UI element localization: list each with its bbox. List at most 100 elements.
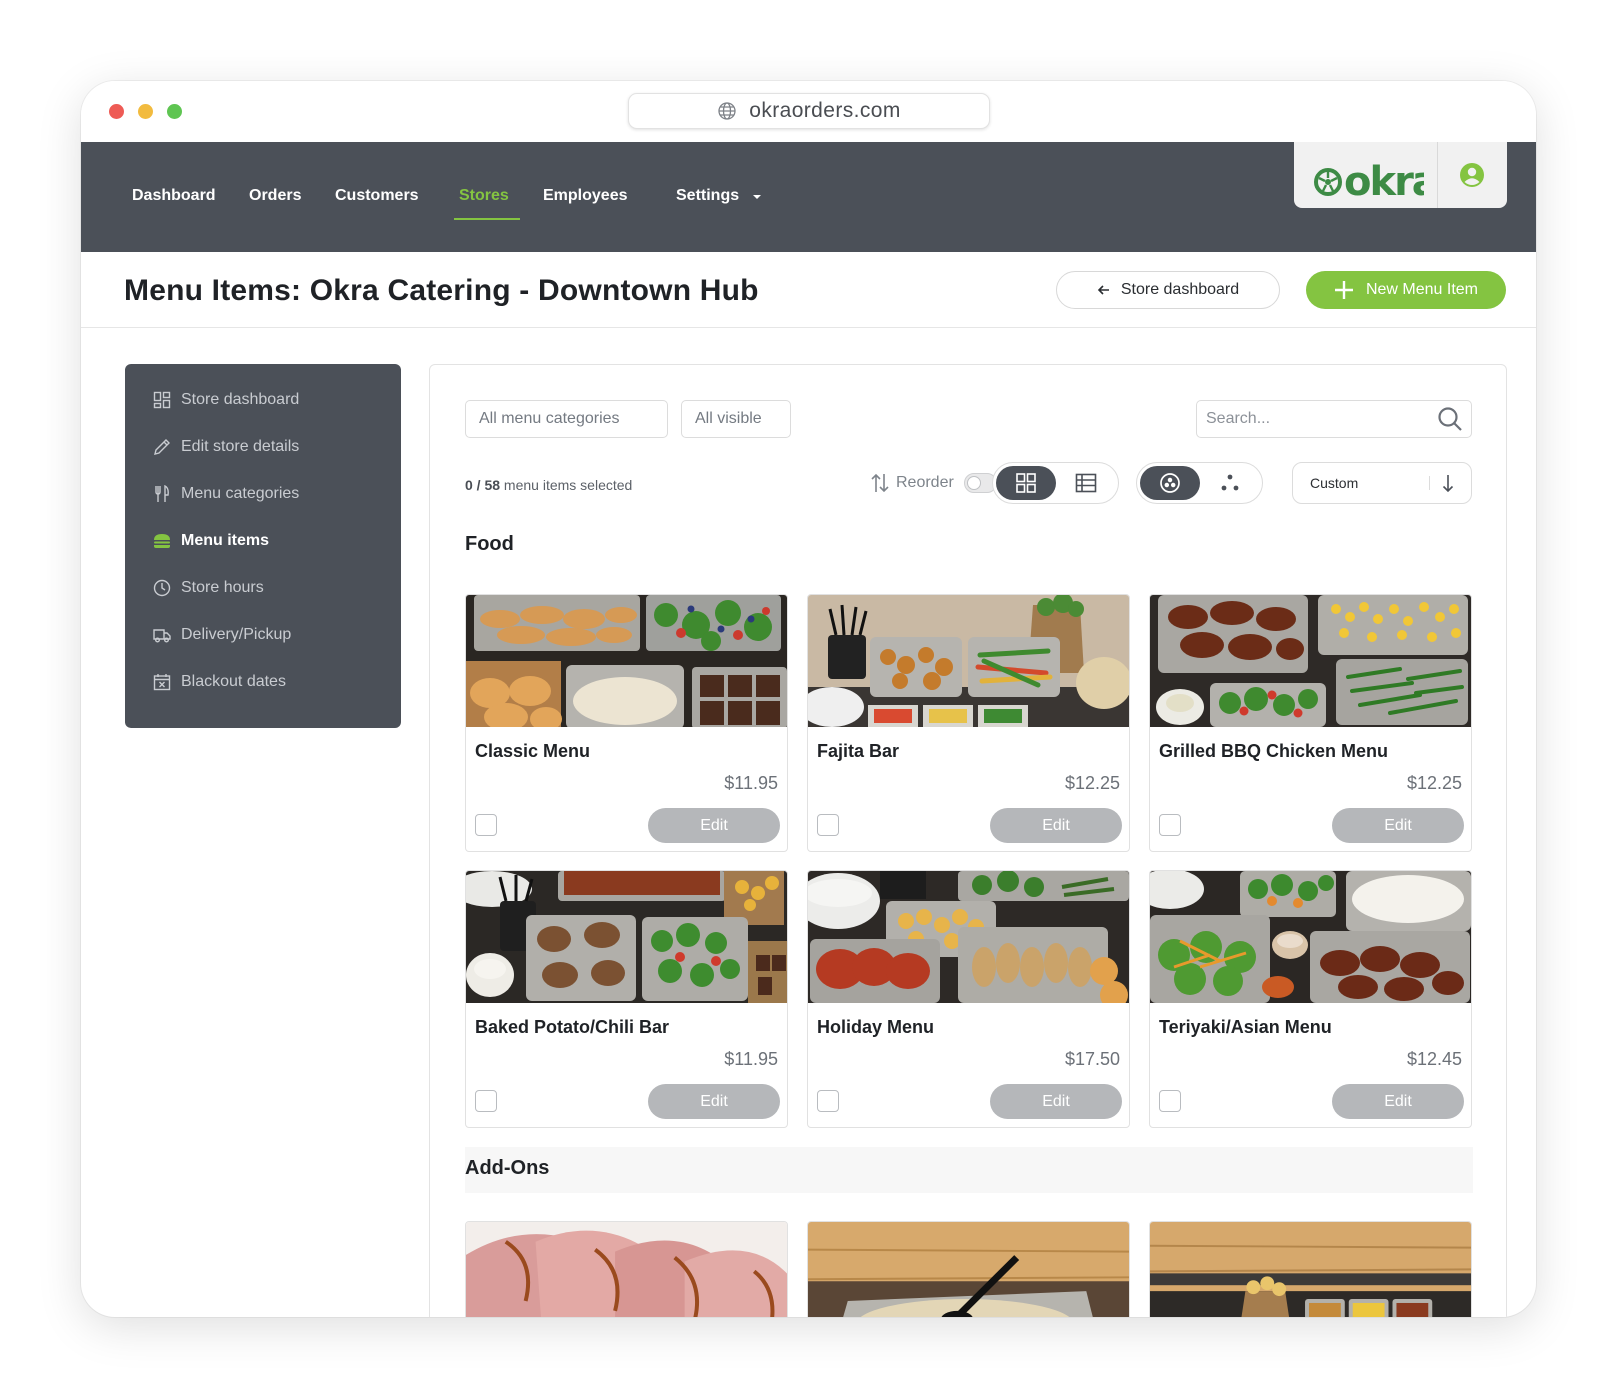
image-mode-button[interactable] (1140, 466, 1200, 500)
list-icon (1075, 473, 1097, 493)
view-mode-toggle (992, 462, 1119, 504)
brand-wordmark: okra (1344, 159, 1424, 202)
clock-icon (153, 579, 171, 597)
potato-bar-image (1150, 1222, 1471, 1317)
sort-select[interactable]: Custom (1292, 462, 1472, 504)
compact-mode-button[interactable] (1200, 466, 1260, 500)
menu-item-name: Baked Potato/Chili Bar (475, 1017, 670, 1037)
menu-items-panel: All menu categories All visible 0 / 58 m… (429, 364, 1507, 1317)
address-bar[interactable]: okraorders.com (628, 93, 990, 129)
edit-button[interactable]: Edit (1332, 808, 1464, 843)
close-window-button[interactable] (109, 104, 124, 119)
menu-item-checkbox[interactable] (475, 1090, 497, 1112)
section-title-addons: Add-Ons (465, 1157, 550, 1179)
menu-item-checkbox[interactable] (1159, 1090, 1181, 1112)
section-title-food: Food (465, 533, 514, 555)
brand-divider (1437, 142, 1438, 208)
menu-item-card: Baked Potato/Chili Bar $11.95 Edit (465, 870, 788, 1128)
nav-customers[interactable]: Customers (335, 187, 419, 205)
sidebar-item-label: Delivery/Pickup (181, 626, 292, 643)
browser-chrome: okraorders.com (81, 81, 1536, 142)
menu-item-card: Fajita Bar $12.25 Edit (807, 594, 1130, 852)
sidebar-item-store-dashboard[interactable]: Store dashboard (153, 386, 299, 414)
okra-logo[interactable]: okra (1312, 148, 1424, 202)
menu-item-name: Fajita Bar (817, 741, 900, 761)
page-header: Menu Items: Okra Catering - Downtown Hub… (81, 252, 1536, 328)
addon-card-image[interactable] (807, 1221, 1130, 1317)
new-menu-item-button[interactable]: New Menu Item (1306, 271, 1506, 309)
sort-direction-icon[interactable] (1438, 472, 1458, 494)
menu-item-name: Classic Menu (475, 741, 591, 761)
addons-section-header (465, 1147, 1473, 1193)
grid-icon (1016, 473, 1036, 493)
visibility-filter-select[interactable]: All visible (681, 400, 791, 438)
menu-item-checkbox[interactable] (475, 814, 497, 836)
menu-item-name: Holiday Menu (817, 1017, 935, 1037)
menu-item-price: $12.45 (1406, 1049, 1462, 1069)
menu-item-checkbox[interactable] (1159, 814, 1181, 836)
globe-icon (718, 102, 736, 120)
baked-potato-chili-bar-image (466, 871, 787, 1003)
nav-settings[interactable]: Settings (676, 187, 739, 205)
menu-item-checkbox[interactable] (817, 1090, 839, 1112)
teriyaki-asian-menu-image (1150, 871, 1471, 1003)
arrow-left-icon (1097, 285, 1109, 295)
page-title: Menu Items: Okra Catering - Downtown Hub (124, 274, 759, 307)
sidebar-item-menu-categories[interactable]: Menu categories (153, 480, 299, 508)
edit-button[interactable]: Edit (990, 808, 1122, 843)
search-input[interactable] (1197, 401, 1427, 437)
sidebar-item-label: Menu categories (181, 485, 300, 502)
reorder-label: Reorder (896, 474, 954, 491)
addon-card-image[interactable] (465, 1221, 788, 1317)
menu-item-card: Grilled BBQ Chicken Menu $12.25 Edit (1149, 594, 1472, 852)
store-dashboard-label: Store dashboard (1120, 281, 1240, 298)
active-nav-indicator (454, 218, 520, 220)
edit-button[interactable]: Edit (990, 1084, 1122, 1119)
menu-item-price: $11.95 (724, 1049, 778, 1069)
sidebar-item-label: Edit store details (181, 438, 300, 455)
plus-icon (1334, 281, 1353, 299)
user-account-icon[interactable] (1458, 161, 1486, 189)
edit-button[interactable]: Edit (648, 1084, 780, 1119)
utensils-icon (155, 485, 169, 502)
menu-item-card: Holiday Menu $17.50 Edit (807, 870, 1130, 1128)
selected-count-label: menu items selected (503, 477, 633, 493)
new-menu-item-label: New Menu Item (1365, 281, 1479, 298)
edit-button[interactable]: Edit (1332, 1084, 1464, 1119)
sidebar-item-label: Store dashboard (181, 391, 300, 408)
menu-item-checkbox[interactable] (817, 814, 839, 836)
minimize-window-button[interactable] (138, 104, 153, 119)
browser-window: okraorders.com Dashboard Orders Customer… (81, 81, 1536, 1317)
toggle-knob (966, 476, 981, 490)
nav-stores[interactable]: Stores (459, 187, 509, 205)
reorder-arrows-icon (871, 473, 889, 493)
top-navigation: Dashboard Orders Customers Stores Employ… (81, 142, 1536, 252)
sidebar-item-blackout-dates[interactable]: Blackout dates (153, 668, 286, 696)
nav-orders[interactable]: Orders (249, 187, 301, 205)
sidebar-item-delivery-pickup[interactable]: Delivery/Pickup (153, 621, 291, 649)
addon-card-image[interactable] (1149, 1221, 1472, 1317)
selected-count-value: 0 / 58 (465, 477, 501, 493)
menu-item-price: $12.25 (1064, 773, 1120, 793)
chevron-down-icon (753, 195, 761, 199)
grilled-bbq-chicken-image (1150, 595, 1471, 727)
classic-menu-image (466, 595, 787, 727)
search-icon[interactable] (1436, 405, 1464, 433)
grid-view-button[interactable] (996, 466, 1056, 500)
list-view-button[interactable] (1056, 466, 1116, 500)
sidebar-item-edit-store-details[interactable]: Edit store details (153, 433, 299, 461)
edit-button[interactable]: Edit (648, 808, 780, 843)
brand-area: okra (1294, 142, 1507, 208)
sidebar-item-store-hours[interactable]: Store hours (153, 574, 264, 602)
truck-icon (153, 629, 171, 643)
display-mode-toggle (1136, 462, 1263, 504)
url-text: okraorders.com (749, 99, 901, 122)
nav-employees[interactable]: Employees (543, 187, 627, 205)
fajita-bar-image (808, 595, 1129, 727)
dots-icon (1221, 474, 1239, 491)
store-dashboard-button[interactable]: Store dashboard (1056, 271, 1280, 309)
maximize-window-button[interactable] (167, 104, 182, 119)
sidebar-item-menu-items[interactable]: Menu items (153, 527, 269, 555)
nav-dashboard[interactable]: Dashboard (132, 187, 216, 205)
category-filter-select[interactable]: All menu categories (465, 400, 668, 438)
